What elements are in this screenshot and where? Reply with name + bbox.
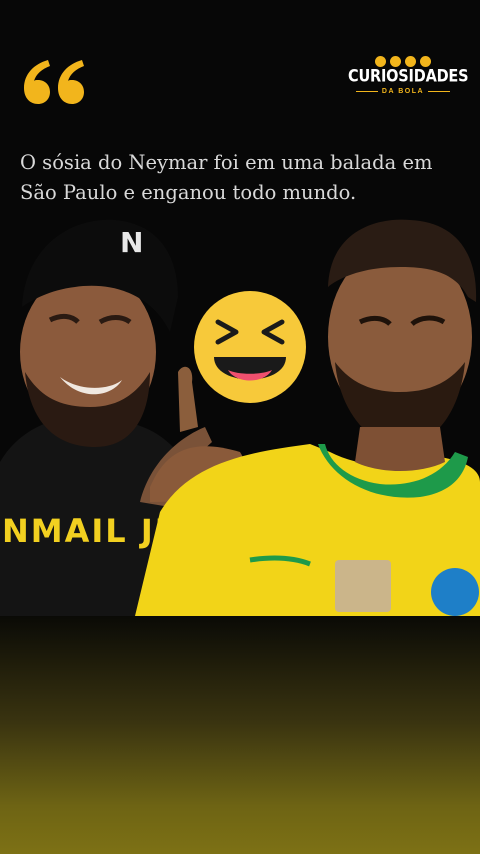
brand-name: CURIOSIDADES (348, 67, 469, 87)
left-double-quote-icon (24, 60, 84, 104)
brand-logo: CURIOSIDADES DA BOLA (348, 56, 469, 95)
instagram-icon (390, 56, 401, 67)
cap-logo: N (120, 226, 143, 259)
brand-subtitle: DA BOLA (381, 88, 425, 95)
bottom-gradient-area (0, 616, 480, 854)
post-caption: O sósia do Neymar foi em uma balada em S… (20, 151, 433, 204)
photo-comparison: N NMAIL JR (0, 219, 480, 616)
post-card: CURIOSIDADES DA BOLA O sósia do Neymar f… (0, 0, 480, 616)
laughing-emoji (194, 291, 306, 403)
twitter-icon (375, 56, 386, 67)
youtube-icon (405, 56, 416, 67)
social-icons (348, 56, 458, 67)
facebook-icon (420, 56, 431, 67)
